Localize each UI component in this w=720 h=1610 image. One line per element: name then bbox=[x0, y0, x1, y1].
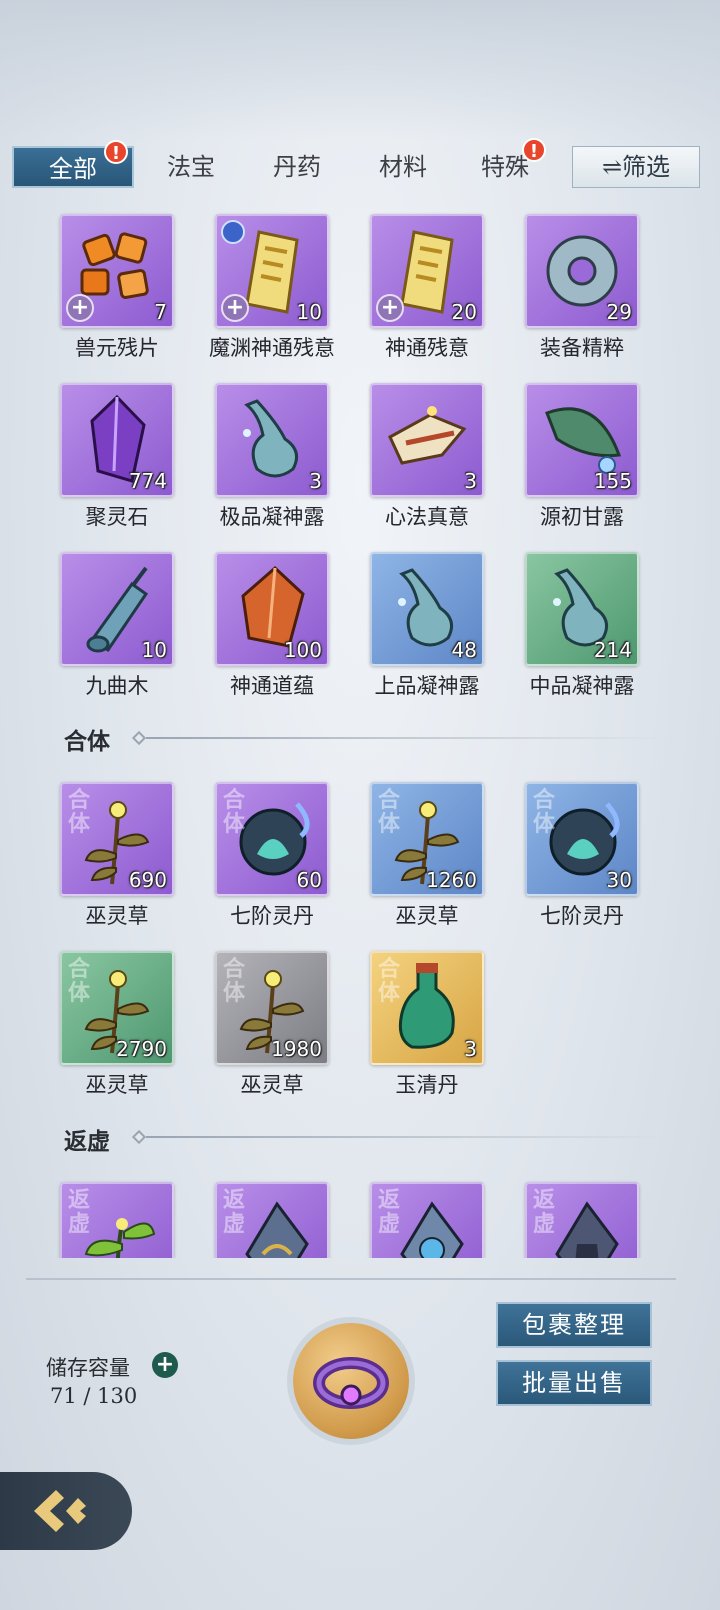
realm-stamp: 返虚 bbox=[223, 1187, 246, 1237]
bottom-divider bbox=[26, 1278, 676, 1280]
realm-stamp: 返虚 bbox=[378, 1187, 401, 1237]
back-arrow-icon bbox=[34, 1490, 86, 1532]
realm-stamp: 返虚 bbox=[68, 1187, 91, 1237]
expand-storage-button[interactable]: + bbox=[152, 1352, 178, 1378]
bag-equip-button[interactable] bbox=[293, 1323, 409, 1439]
item-card[interactable]: 返虚 bbox=[60, 1182, 174, 1258]
item-card[interactable]: 返虚 bbox=[370, 1182, 484, 1258]
inventory-item[interactable]: 返虚 bbox=[60, 1182, 174, 1258]
purple-bracelet-icon bbox=[313, 1357, 389, 1409]
realm-stamp: 返虚 bbox=[533, 1187, 556, 1237]
organize-bag-button[interactable]: 包裹整理 bbox=[496, 1302, 652, 1348]
inventory-item[interactable]: 返虚 bbox=[215, 1182, 329, 1258]
storage-label: 储存容量 bbox=[46, 1356, 130, 1380]
inventory-item[interactable]: 返虚 bbox=[525, 1182, 639, 1258]
back-button[interactable] bbox=[0, 1472, 132, 1550]
storage-value: 71 / 130 bbox=[50, 1384, 138, 1408]
bulk-sell-button[interactable]: 批量出售 bbox=[496, 1360, 652, 1406]
inventory-item[interactable]: 返虚 bbox=[370, 1182, 484, 1258]
item-card[interactable]: 返虚 bbox=[215, 1182, 329, 1258]
item-card[interactable]: 返虚 bbox=[525, 1182, 639, 1258]
